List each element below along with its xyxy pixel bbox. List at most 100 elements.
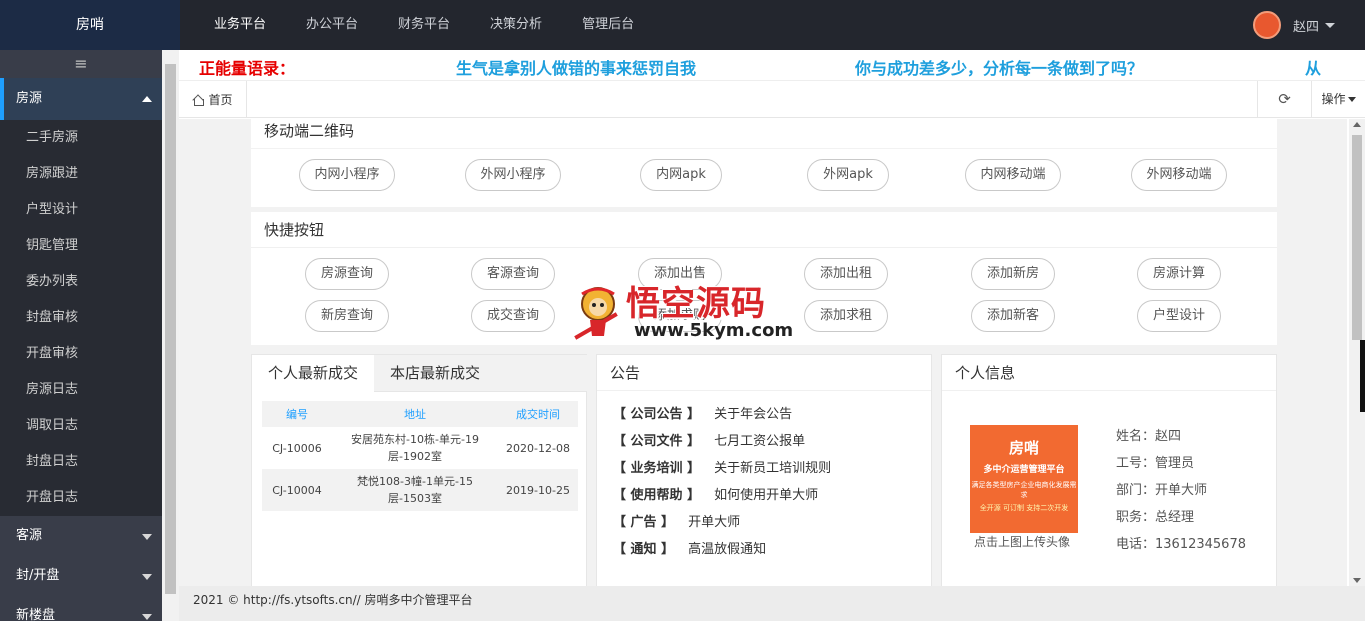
sidebar-item-seal-log[interactable]: 封盘日志 <box>0 444 162 480</box>
sidebar-group-new-projects[interactable]: 新楼盘 <box>0 596 162 621</box>
sidebar-item-layout[interactable]: 户型设计 <box>0 192 162 228</box>
quick-add-rent-button[interactable]: 添加出租 <box>804 258 888 290</box>
quick-new-home-search-button[interactable]: 新房查询 <box>305 300 389 332</box>
quick-add-rent-request-button[interactable]: 添加求租 <box>804 300 888 332</box>
sidebar-group-clients[interactable]: 客源 <box>0 516 162 556</box>
tab-store-deals[interactable]: 本店最新成交 <box>374 355 496 392</box>
column-header: 编号 <box>262 401 332 427</box>
refresh-icon[interactable]: ⟳ <box>1257 81 1311 118</box>
notice-tag: 【 通知 】 <box>613 542 675 557</box>
scrollbar-thumb[interactable] <box>1352 135 1362 340</box>
notice-item[interactable]: 【 业务培训 】关于新员工培训规则 <box>613 457 831 476</box>
profile-name: 姓名：赵四 <box>1116 425 1181 444</box>
sidebar-item-listing-log[interactable]: 房源日志 <box>0 372 162 408</box>
quick-client-search-button[interactable]: 客源查询 <box>471 258 555 290</box>
sidebar-item-open-review[interactable]: 开盘审核 <box>0 336 162 372</box>
avatar[interactable] <box>1252 11 1281 39</box>
sidebar-item-followup[interactable]: 房源跟进 <box>0 156 162 192</box>
sidebar-group-listings[interactable]: 房源 <box>0 78 162 120</box>
profile-department: 部门：开单大师 <box>1116 479 1207 498</box>
sidebar-group-seal[interactable]: 封/开盘 <box>0 556 162 596</box>
watermark-title: 悟空源码 <box>626 284 766 324</box>
nav-finance[interactable]: 财务平台 <box>384 0 464 50</box>
quick-deal-search-button[interactable]: 成交查询 <box>471 300 555 332</box>
tab-home[interactable]: 首页 <box>179 81 247 118</box>
user-name[interactable]: 赵四 <box>1293 16 1319 35</box>
deals-tab-strip: 个人最新成交 本店最新成交 <box>252 355 587 392</box>
notice-item[interactable]: 【 公司文件 】七月工资公报单 <box>613 430 805 449</box>
notice-item[interactable]: 【 使用帮助 】如何使用开单大师 <box>613 484 818 503</box>
promo-features: 全开源 可订制 支持二次开发 <box>979 504 1069 512</box>
quick-add-new-client-button[interactable]: 添加新客 <box>971 300 1055 332</box>
notice-tag: 【 公司文件 】 <box>613 434 701 449</box>
notice-text[interactable]: 开单大师 <box>688 515 740 530</box>
notice-tag: 【 广告 】 <box>613 515 675 530</box>
scrollbar-thumb[interactable] <box>165 64 176 594</box>
scroll-up-icon[interactable] <box>1353 122 1361 127</box>
notice-text[interactable]: 如何使用开单大师 <box>714 488 818 503</box>
qr-outer-mobile-button[interactable]: 外网移动端 <box>1131 159 1227 191</box>
sidebar-item-entrust[interactable]: 委办列表 <box>0 264 162 300</box>
chevron-down-icon[interactable] <box>1325 22 1335 28</box>
sidebar-group-label: 封/开盘 <box>16 568 60 583</box>
notice-item[interactable]: 【 通知 】高温放假通知 <box>613 538 766 557</box>
sidebar-item-second-hand[interactable]: 二手房源 <box>0 120 162 156</box>
sidebar-group-label: 新楼盘 <box>16 608 56 621</box>
avatar-upload-image[interactable]: 房哨 多中介运营管理平台 满足各类型房产企业电商化发展需求 全开源 可订制 支持… <box>970 425 1078 533</box>
dashboard-content: 移动端二维码 内网小程序 外网小程序 内网apk 外网apk 内网移动端 外网移… <box>179 119 1347 586</box>
table-row[interactable]: CJ-10006 安居苑东村-10栋-单元-19 层-1902室 2020-12-… <box>262 427 578 469</box>
nav-decision[interactable]: 决策分析 <box>476 0 556 50</box>
tab-home-label: 首页 <box>208 93 233 107</box>
promo-title: 房哨 <box>1008 439 1039 457</box>
notice-item[interactable]: 【 公司公告 】关于年会公告 <box>613 403 792 422</box>
quick-listing-search-button[interactable]: 房源查询 <box>305 258 389 290</box>
promo-desc: 满足各类型房产企业电商化发展需求 <box>971 481 1077 499</box>
field-value: 开单大师 <box>1155 483 1208 498</box>
notice-text[interactable]: 七月工资公报单 <box>714 434 805 449</box>
quick-layout-design-button[interactable]: 户型设计 <box>1137 300 1221 332</box>
watermark-url: www.5kym.com <box>634 320 794 341</box>
field-label: 部门： <box>1116 483 1156 498</box>
sidebar-scrollbar[interactable] <box>162 50 179 621</box>
quote-marquee: 正能量语录： 生气是拿别人做错的事来惩罚自我 你与成功差多少，分析每一条做到了吗… <box>179 50 1365 80</box>
notice-text[interactable]: 高温放假通知 <box>688 542 766 557</box>
upload-hint[interactable]: 点击上图上传头像 <box>974 533 1070 550</box>
qr-card: 移动端二维码 内网小程序 外网小程序 内网apk 外网apk 内网移动端 外网移… <box>251 119 1277 207</box>
sidebar-item-keys[interactable]: 钥匙管理 <box>0 228 162 264</box>
qr-inner-apk-button[interactable]: 内网apk <box>640 159 722 191</box>
deal-id: CJ-10004 <box>262 469 332 511</box>
user-menu[interactable]: 赵四 <box>1252 0 1335 50</box>
qr-inner-miniprogram-button[interactable]: 内网小程序 <box>299 159 395 191</box>
tab-personal-deals[interactable]: 个人最新成交 <box>252 355 374 392</box>
sidebar-item-seal-review[interactable]: 封盘审核 <box>0 300 162 336</box>
qr-inner-mobile-button[interactable]: 内网移动端 <box>965 159 1061 191</box>
quick-add-new-home-button[interactable]: 添加新房 <box>971 258 1055 290</box>
qr-outer-apk-button[interactable]: 外网apk <box>807 159 889 191</box>
notice-item[interactable]: 【 广告 】开单大师 <box>613 511 740 530</box>
sidebar-item-retrieve-log[interactable]: 调取日志 <box>0 408 162 444</box>
sidebar-item-open-log[interactable]: 开盘日志 <box>0 480 162 516</box>
column-header: 成交时间 <box>498 401 578 427</box>
field-label: 姓名： <box>1116 429 1156 444</box>
app-logo[interactable]: 房哨 <box>0 0 180 50</box>
marquee-quote: 从 <box>1305 59 1322 78</box>
edge-handle <box>1360 340 1365 412</box>
profile-position: 职务：总经理 <box>1116 506 1194 525</box>
column-header: 地址 <box>332 401 498 427</box>
menu-toggle-icon[interactable]: ≡ <box>0 50 162 78</box>
qr-outer-miniprogram-button[interactable]: 外网小程序 <box>465 159 561 191</box>
scroll-down-icon[interactable] <box>1353 578 1361 583</box>
sidebar: ≡ 房源 二手房源 房源跟进 户型设计 钥匙管理 委办列表 封盘审核 开盘审核 … <box>0 50 162 621</box>
notice-text[interactable]: 关于年会公告 <box>714 407 792 422</box>
notice-text[interactable]: 关于新员工培训规则 <box>714 461 831 476</box>
table-row[interactable]: CJ-10004 梵悦108-3幢-1单元-15 层-1503室 2019-10-… <box>262 469 578 511</box>
footer: 2021 © http://fs.ytsofts.cn// 房哨多中介管理平台 <box>179 586 1365 621</box>
operations-dropdown[interactable]: 操作 <box>1311 81 1365 118</box>
nav-admin[interactable]: 管理后台 <box>568 0 648 50</box>
nav-business[interactable]: 业务平台 <box>200 0 280 50</box>
quick-calculator-button[interactable]: 房源计算 <box>1137 258 1221 290</box>
chevron-down-icon <box>142 614 152 620</box>
sidebar-group-label: 客源 <box>16 528 43 543</box>
nav-office[interactable]: 办公平台 <box>292 0 372 50</box>
profile-card: 个人信息 房哨 多中介运营管理平台 满足各类型房产企业电商化发展需求 全开源 可… <box>941 354 1277 586</box>
